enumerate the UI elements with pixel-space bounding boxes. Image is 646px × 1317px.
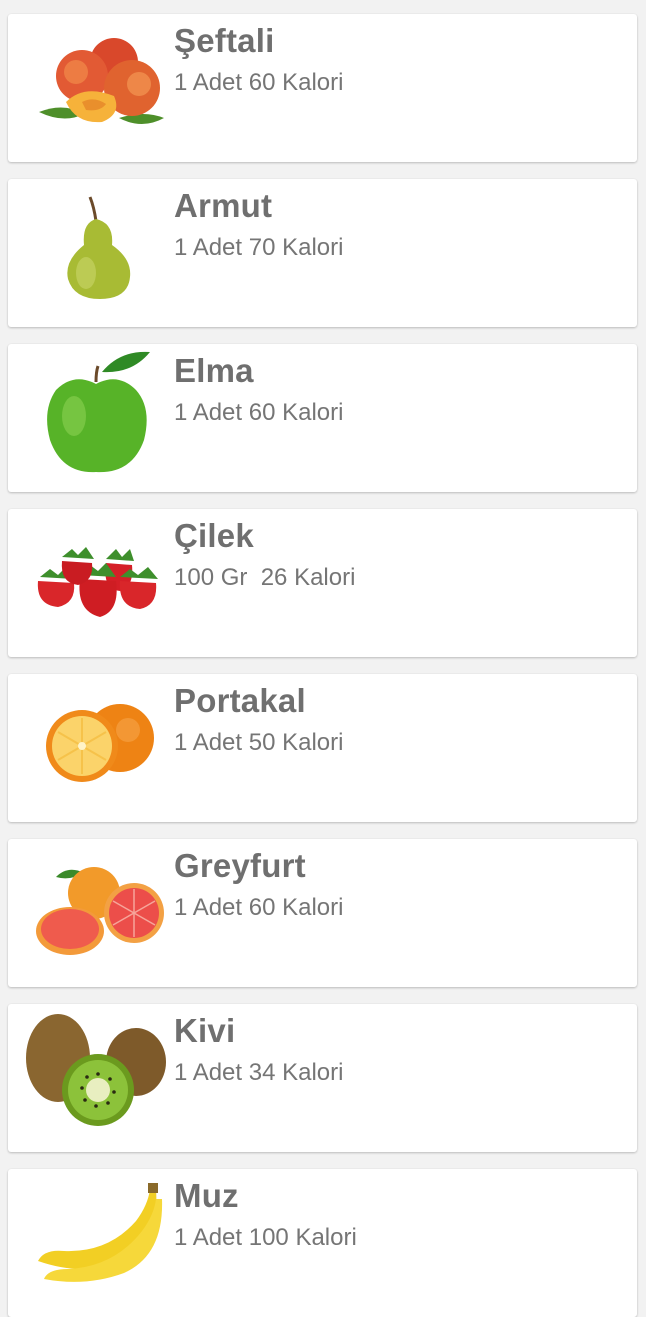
fruit-name: Muz (174, 1177, 239, 1214)
fruit-name: Çilek (174, 517, 254, 554)
fruit-card-grapefruit[interactable]: Greyfurt 1 Adet 60 Kalori (8, 839, 637, 987)
peach-image (24, 14, 166, 154)
fruit-calories: 1 Adet 50 Kalori (174, 729, 344, 756)
fruit-card-pear[interactable]: Armut 1 Adet 70 Kalori (8, 179, 637, 327)
fruit-calories: 1 Adet 60 Kalori (174, 894, 344, 921)
kiwi-image (24, 1004, 166, 1144)
strawberry-image (24, 509, 166, 649)
banana-image (24, 1169, 166, 1309)
grapefruit-image (24, 839, 166, 979)
fruit-card-strawberry[interactable]: Çilek 100 Gr 26 Kalori (8, 509, 637, 657)
fruit-name: Kivi (174, 1012, 236, 1049)
orange-image (24, 674, 166, 814)
fruit-name: Elma (174, 352, 254, 389)
fruit-card-banana[interactable]: Muz 1 Adet 100 Kalori (8, 1169, 637, 1317)
pear-image (24, 179, 166, 319)
fruit-calories: 1 Adet 60 Kalori (174, 399, 344, 426)
fruit-calories: 1 Adet 60 Kalori (174, 69, 344, 96)
fruit-name: Greyfurt (174, 847, 306, 884)
fruit-name: Portakal (174, 682, 306, 719)
fruit-name: Şeftali (174, 22, 275, 59)
apple-image (24, 344, 166, 484)
fruit-calories: 1 Adet 100 Kalori (174, 1224, 357, 1251)
fruit-card-peach[interactable]: Şeftali 1 Adet 60 Kalori (8, 14, 637, 162)
fruit-list: Şeftali 1 Adet 60 Kalori Armut 1 Adet 70… (0, 0, 646, 1317)
fruit-card-kiwi[interactable]: Kivi 1 Adet 34 Kalori (8, 1004, 637, 1152)
fruit-card-apple[interactable]: Elma 1 Adet 60 Kalori (8, 344, 637, 492)
fruit-calories: 1 Adet 34 Kalori (174, 1059, 344, 1086)
fruit-calories: 100 Gr 26 Kalori (174, 564, 356, 591)
fruit-card-orange[interactable]: Portakal 1 Adet 50 Kalori (8, 674, 637, 822)
fruit-calories: 1 Adet 70 Kalori (174, 234, 344, 261)
fruit-name: Armut (174, 187, 273, 224)
